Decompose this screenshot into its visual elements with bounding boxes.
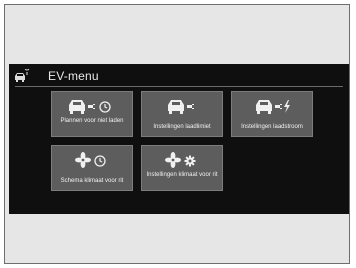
- tile-instellingen-laadlimiet[interactable]: Instellingen laadlimiet: [141, 91, 223, 137]
- fan-clock-icon: [52, 150, 132, 170]
- tile-label: Instellingen laadlimiet: [153, 124, 211, 130]
- tile-label: Plannen voor niet laden: [60, 118, 124, 124]
- ev-menu-screen: EV-menu Plannen voor niet laden Instelli…: [9, 64, 349, 214]
- tile-label: Schema klimaat voor rit: [60, 178, 124, 184]
- header-divider: [15, 86, 343, 87]
- car-plug-icon: [15, 69, 30, 82]
- car-plug-clock-icon: [52, 96, 132, 116]
- tile-label: Instellingen laadstroom: [241, 124, 303, 130]
- car-lightning-icon: [232, 96, 312, 116]
- car-plug-icon: [142, 96, 222, 116]
- tile-schema-klimaat-voor-rit[interactable]: Schema klimaat voor rit: [51, 145, 133, 191]
- tile-instellingen-klimaat-voor-rit[interactable]: Instellingen klimaat voor rit: [141, 145, 223, 191]
- page-title: EV-menu: [48, 69, 99, 83]
- tile-instellingen-laadstroom[interactable]: Instellingen laadstroom: [231, 91, 313, 137]
- fan-gear-icon: [142, 150, 222, 170]
- tile-label: Instellingen klimaat voor rit: [146, 172, 218, 178]
- tile-plannen-voor-niet-laden[interactable]: Plannen voor niet laden: [51, 91, 133, 137]
- menu-header: EV-menu: [9, 64, 349, 88]
